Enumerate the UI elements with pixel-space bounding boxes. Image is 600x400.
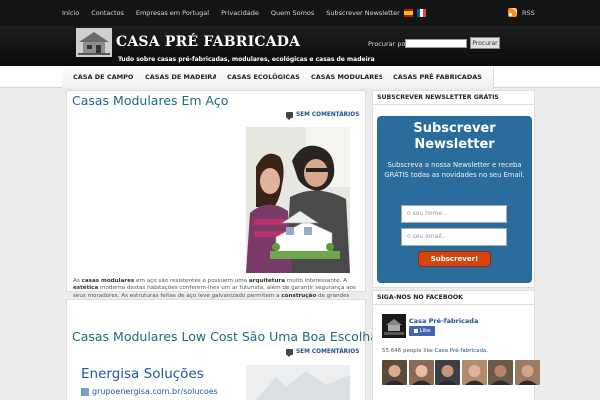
- facebook-like-label: Like: [419, 328, 431, 334]
- facebook-page-name[interactable]: Casa Pré-fabricada: [409, 317, 478, 325]
- facebook-fan-avatar[interactable]: [435, 360, 460, 385]
- top-nav-privacidade[interactable]: Privacidade: [221, 9, 259, 17]
- search-label: Procurar por:: [368, 40, 411, 48]
- widget-divider: [372, 104, 535, 105]
- menu-casas-ecologicas[interactable]: CASAS ECOLÓGICAS: [216, 66, 312, 88]
- menu-casa-de-campo[interactable]: CASA DE CAMPO: [62, 66, 146, 88]
- fans-page-link[interactable]: Casa Pré-fabricada.: [435, 348, 489, 354]
- excerpt-keyword: arquitetura: [248, 278, 285, 284]
- rss-icon: [508, 8, 517, 17]
- ad-site-icon: [81, 387, 89, 396]
- newsletter-text: Subscreva a nossa Newsletter e receba GR…: [384, 161, 525, 179]
- post-image-couple-house-model[interactable]: [246, 127, 350, 273]
- facebook-fan-avatar[interactable]: [514, 360, 540, 385]
- logo-house-icon[interactable]: [76, 28, 112, 57]
- rss-link[interactable]: RSS: [508, 8, 535, 17]
- facebook-fans-count: 55,646 people like Casa Pré-fabricada.: [382, 348, 488, 354]
- newsletter-heading: Subscrever Newsletter: [413, 121, 496, 152]
- ad-url: grupoenergisa.com.br/solucoes: [92, 387, 218, 396]
- newsletter-email-input[interactable]: o seu email..: [401, 228, 507, 246]
- post-comments-link[interactable]: SEM COMENTÁRIOS: [286, 112, 360, 120]
- post-title[interactable]: Casas Modulares Em Aço: [72, 93, 228, 108]
- rss-label: RSS: [522, 8, 535, 17]
- site-tagline: Tudo sobre casas pré-fabricadas, modular…: [118, 56, 375, 63]
- ad-title[interactable]: Energisa Soluções: [81, 366, 204, 382]
- comment-bubble-icon: [286, 112, 293, 120]
- excerpt-text: em aço são resistentes e possuem uma: [134, 278, 249, 284]
- post-image[interactable]: [246, 365, 350, 400]
- ad-url-link[interactable]: grupoenergisa.com.br/solucoes: [81, 387, 218, 396]
- site-logo-text[interactable]: CASA PRÉ FABRICADA: [116, 34, 300, 50]
- top-nav-newsletter[interactable]: Subscrever Newsletter: [326, 9, 400, 17]
- facebook-fan-avatar[interactable]: [382, 360, 407, 385]
- excerpt-text: As: [73, 278, 82, 284]
- facebook-like-button[interactable]: Like: [409, 326, 435, 336]
- newsletter-name-input[interactable]: o seu nome..: [401, 205, 507, 223]
- excerpt-keyword: estética: [73, 285, 99, 292]
- facebook-fan-avatar[interactable]: [461, 360, 487, 385]
- search-button[interactable]: Procurar: [470, 37, 500, 49]
- spain-flag-icon[interactable]: [403, 9, 413, 17]
- excerpt-keyword: construção: [281, 292, 317, 299]
- comment-bubble-icon: [286, 349, 293, 357]
- post-comments-label: SEM COMENTÁRIOS: [296, 349, 360, 355]
- top-nav-contactos[interactable]: Contactos: [91, 9, 124, 17]
- top-nav-empresas[interactable]: Empresas em Portugal: [136, 9, 209, 17]
- facebook-thumb-icon: [413, 329, 418, 333]
- newsletter-widget-title: SUBSCREVER NEWSLETTER GRÁTIS: [377, 94, 499, 101]
- facebook-fan-avatar[interactable]: [488, 360, 513, 385]
- top-nav-quem-somos[interactable]: Quem Somos: [271, 9, 314, 17]
- post-title[interactable]: Casas Modulares Low Cost São Uma Boa Esc…: [72, 329, 378, 344]
- france-flag-icon[interactable]: [416, 9, 426, 17]
- post-comments-label: SEM COMENTÁRIOS: [296, 112, 360, 118]
- widget-divider: [372, 304, 535, 305]
- search-input[interactable]: [405, 39, 467, 48]
- fans-count-text: 55,646 people like: [382, 348, 435, 354]
- facebook-widget-title: SIGA-NOS NO FACEBOOK: [377, 294, 463, 301]
- top-nav: Início Contactos Empresas em Portugal Pr…: [62, 0, 426, 26]
- menu-casas-pre-fabricadas[interactable]: CASAS PRÉ FABRICADAS: [382, 66, 494, 88]
- facebook-fan-avatar[interactable]: [408, 360, 434, 385]
- excerpt-keyword: casas modulares: [81, 278, 135, 284]
- excerpt-text: muito interessante. A: [285, 278, 347, 284]
- newsletter-subscribe-button[interactable]: Subscrever!: [418, 251, 491, 267]
- post-comments-link[interactable]: SEM COMENTÁRIOS: [286, 349, 360, 357]
- top-nav-inicio[interactable]: Início: [62, 9, 79, 17]
- facebook-page-logo[interactable]: [382, 314, 406, 338]
